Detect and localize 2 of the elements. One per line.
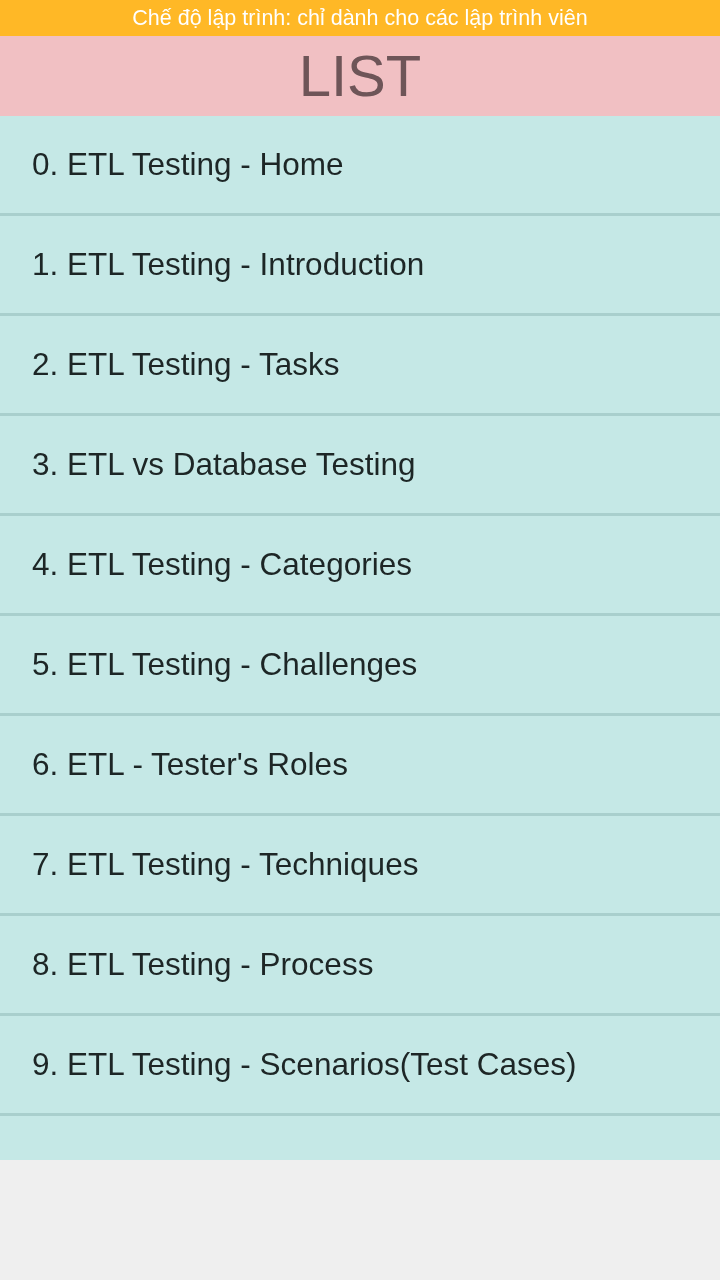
developer-mode-banner: Chế độ lập trình: chỉ dành cho các lập trình viên	[0, 0, 720, 36]
page-title: LIST	[298, 47, 422, 105]
